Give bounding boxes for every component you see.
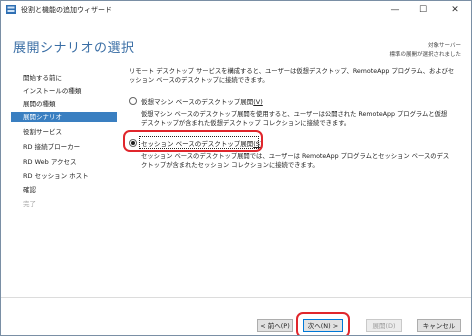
nav-item-before-you-begin[interactable]: 開始する前に [23, 73, 113, 83]
nav-item-confirmation[interactable]: 確認 [23, 185, 113, 195]
highlight-session-option [123, 130, 263, 152]
option-virtual-machine-description: 仮想マシン ベースのデスクトップ展開を使用すると、ユーザーは公開された Remo… [141, 111, 448, 127]
target-server-value: 標準の展開が選択されました [389, 52, 461, 58]
option-virtual-machine-accelerator: (V) [253, 98, 263, 106]
nav-item-completion: 完了 [23, 200, 36, 208]
wizard-window: 役割と機能の追加ウィザード — ☐ ✕ 展開シナリオの選択 対象サーバー 標準の… [0, 0, 472, 336]
wizard-footer: < 前へ(P) 次へ(N) > 展開(D) キャンセル [1, 297, 471, 335]
minimize-button[interactable]: — [381, 1, 409, 19]
cancel-button[interactable]: キャンセル [417, 319, 461, 332]
nav-item-rd-session-host[interactable]: RD セッション ホスト [23, 171, 113, 181]
option-virtual-machine-label-text: 仮想マシン ベースのデスクトップ展開 [141, 98, 254, 106]
wizard-header: 展開シナリオの選択 対象サーバー 標準の展開が選択されました [1, 19, 471, 65]
option-virtual-machine-label[interactable]: 仮想マシン ベースのデスクトップ展開(V) [141, 96, 263, 106]
wizard-content: リモート デスクトップ サービスを構成すると、ユーザーは仮想デスクトップ、Rem… [123, 65, 465, 297]
window-title: 役割と機能の追加ウィザード [21, 6, 112, 14]
intro-text: リモート デスクトップ サービスを構成すると、ユーザーは仮想デスクトップ、Rem… [129, 68, 455, 84]
nav-item-installation-type[interactable]: インストールの種類 [23, 86, 113, 96]
nav-item-role-services[interactable]: 役割サービス [23, 127, 113, 137]
nav-item-deployment-type[interactable]: 展開の種類 [23, 99, 113, 109]
install-button: 展開(D) [366, 319, 402, 332]
maximize-button[interactable]: ☐ [409, 1, 437, 19]
nav-item-rd-web-access[interactable]: RD Web アクセス [23, 157, 113, 167]
page-title: 展開シナリオの選択 [13, 41, 135, 56]
title-bar: 役割と機能の追加ウィザード — ☐ ✕ [1, 1, 471, 19]
nav-item-rd-connection-broker[interactable]: RD 接続ブローカー [23, 142, 113, 152]
close-button[interactable]: ✕ [441, 1, 469, 19]
nav-item-deployment-scenario[interactable]: 展開シナリオ [11, 112, 117, 122]
previous-button[interactable]: < 前へ(P) [257, 319, 293, 332]
option-session-based-description: セッション ベースのデスクトップ展開では、ユーザーは RemoteApp プログ… [141, 153, 450, 169]
target-server-label: 対象サーバー [428, 43, 461, 49]
radio-virtual-machine[interactable] [129, 97, 137, 105]
server-manager-icon [6, 5, 16, 14]
wizard-nav: 開始する前に インストールの種類 展開の種類 展開シナリオ 役割サービス RD … [1, 65, 119, 297]
highlight-next-button [296, 312, 350, 335]
